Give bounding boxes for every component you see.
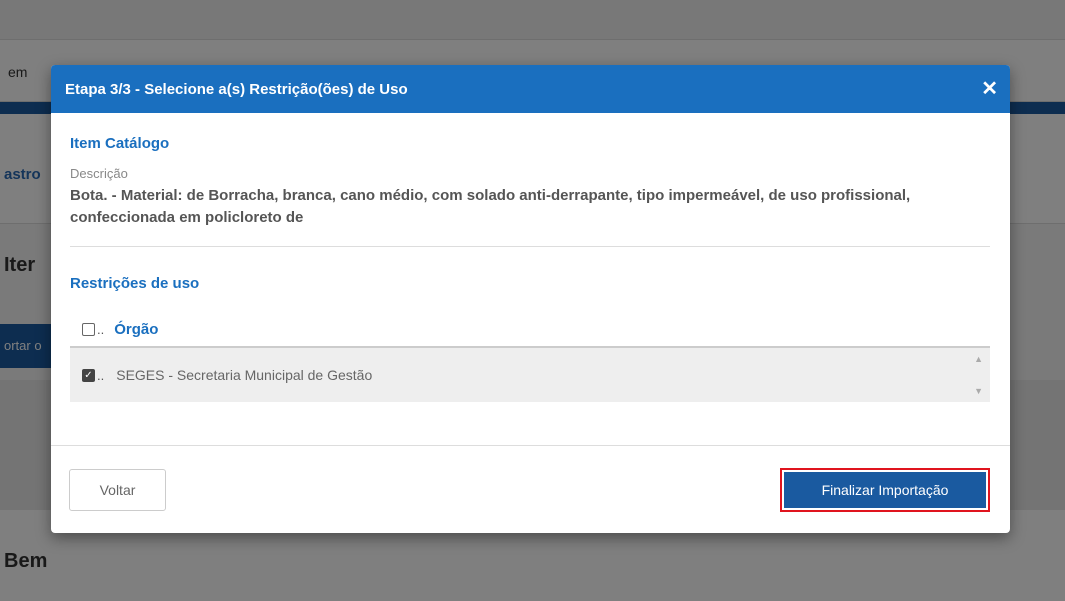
finish-import-button[interactable]: Finalizar Importação (784, 471, 986, 508)
table-header: .. Órgão (70, 312, 990, 348)
finish-button-highlight: Finalizar Importação (780, 467, 990, 512)
modal-footer: Voltar Finalizar Importação (51, 445, 1010, 533)
scroll-up-icon[interactable]: ▲ (974, 354, 983, 364)
modal-title: Etapa 3/3 - Selecione a(s) Restrição(ões… (65, 80, 408, 98)
row-dots: .. (97, 367, 105, 383)
page: em astro Iter ortar o Bem Etapa 3/3 - Se… (0, 0, 1065, 601)
header-dots: .. (97, 321, 105, 337)
restrictions-modal: Etapa 3/3 - Selecione a(s) Restrição(ões… (51, 65, 1010, 533)
description-label: Descrição (70, 166, 128, 181)
table-row[interactable]: ✓ .. SEGES - Secretaria Municipal de Ges… (70, 348, 990, 402)
header-orgao[interactable]: Órgão (114, 321, 158, 338)
scroll-down-icon[interactable]: ▼ (974, 386, 983, 396)
close-icon[interactable]: ✕ (981, 79, 998, 99)
row-checkbox[interactable]: ✓ (82, 368, 95, 382)
modal-header: Etapa 3/3 - Selecione a(s) Restrição(ões… (51, 65, 1010, 113)
row-label: SEGES - Secretaria Municipal de Gestão (116, 367, 373, 383)
modal-body: Item Catálogo Descrição Bota. - Material… (51, 135, 1010, 402)
description-text: Bota. - Material: de Borracha, branca, c… (70, 187, 911, 226)
divider (70, 246, 990, 247)
back-button[interactable]: Voltar (69, 468, 166, 511)
restrictions-title: Restrições de uso (70, 275, 200, 292)
select-all-checkbox[interactable] (82, 322, 95, 336)
item-catalog-title: Item Catálogo (70, 135, 170, 152)
